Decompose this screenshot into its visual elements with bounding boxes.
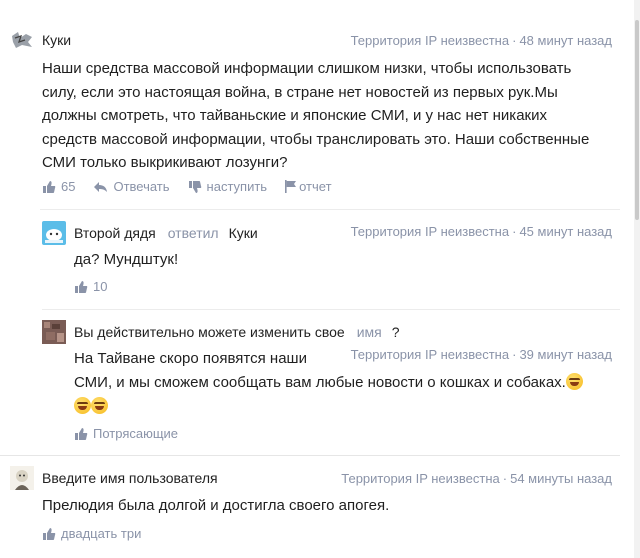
reply-icon [94,181,108,192]
ip-location: Территория IP неизвестна [341,471,500,486]
name-link[interactable]: имя [357,324,382,340]
reply-header: Второй дядя ответил Куки [42,221,258,245]
emoji-row [74,395,108,419]
comment-meta: Территория IP неизвестна · 54 минуты назад [341,471,612,486]
comment-section: Куки Территория IP неизвестна · 48 минут н… [0,0,640,558]
timestamp: 45 минут назад [519,224,612,239]
reply-to-name[interactable]: Куки [229,225,258,241]
reply-text: да? Мундштук! [74,251,179,268]
timestamp: 48 минут назад [519,33,612,48]
comment-header: Введите имя пользователя [10,466,218,490]
reply-header: Вы действительно можете изменить свое им… [42,320,400,344]
flag-icon [285,180,297,193]
timestamp: 54 минуты назад [510,471,612,486]
like-button[interactable]: 10 [74,279,107,294]
author-name[interactable]: Введите имя пользователя [42,470,218,486]
ip-location: Территория IP неизвестна [350,33,510,48]
avatar[interactable] [10,28,34,52]
avatar[interactable] [42,221,66,245]
reply-actions: Потрясающие [74,426,196,441]
reply-button[interactable]: Отвечать [93,179,170,194]
divider [42,309,620,310]
reply-text-line2: СМИ, и мы сможем сообщать вам любые ново… [74,371,614,395]
comment-text: Прелюдия была долгой и достигла своего а… [42,497,390,514]
author-name[interactable]: Второй дядя [74,225,156,241]
thumbs-up-icon [75,427,88,440]
replied-label: ответил [167,225,219,241]
divider [40,209,620,210]
comment-header: Куки [10,28,71,52]
like-count: 65 [61,179,76,194]
thumbs-up-icon [75,280,88,293]
avatar[interactable] [42,320,66,344]
like-button[interactable]: двадцать три [42,526,141,541]
like-count: 10 [93,279,108,294]
reply-meta: Территория IP неизвестна · 45 минут назад [350,224,612,239]
laughing-emoji-icon [565,373,583,390]
comment-actions: двадцать три [42,526,159,541]
report-button[interactable]: отчет [285,179,332,194]
like-count: Потрясающие [93,426,179,441]
thumbs-down-icon [188,180,201,193]
author-name[interactable]: Куки [42,32,71,48]
thumbs-up-icon [43,180,56,193]
like-count: двадцать три [61,526,142,541]
avatar[interactable] [10,466,34,490]
laughing-emoji-icon [91,397,108,414]
comment-actions: 65 Отвечать наступить отчет [42,179,350,194]
reply-actions: 10 [74,279,125,294]
comment-text: Наши средства массовой информации слишко… [42,60,590,171]
reply-prompt: Вы действительно можете изменить свое [74,324,345,340]
comment-divider [0,455,620,456]
scrollbar[interactable] [634,0,640,558]
comment-meta: Территория IP неизвестна · 48 минут назад [350,33,612,48]
dislike-button[interactable]: наступить [188,179,267,194]
ip-location: Территория IP неизвестна [350,347,510,362]
thumbs-up-icon [43,527,56,540]
ip-location: Территория IP неизвестна [350,224,510,239]
scrollbar-thumb[interactable] [635,20,639,220]
laughing-emoji-icon [74,397,91,414]
like-button[interactable]: 65 [42,179,75,194]
like-button[interactable]: Потрясающие [74,426,178,441]
reply-meta: Территория IP неизвестна · 39 минут назад [350,347,612,362]
timestamp: 39 минут назад [519,347,612,362]
reply-text-line1: На Тайване скоро появятся наши [74,350,307,367]
